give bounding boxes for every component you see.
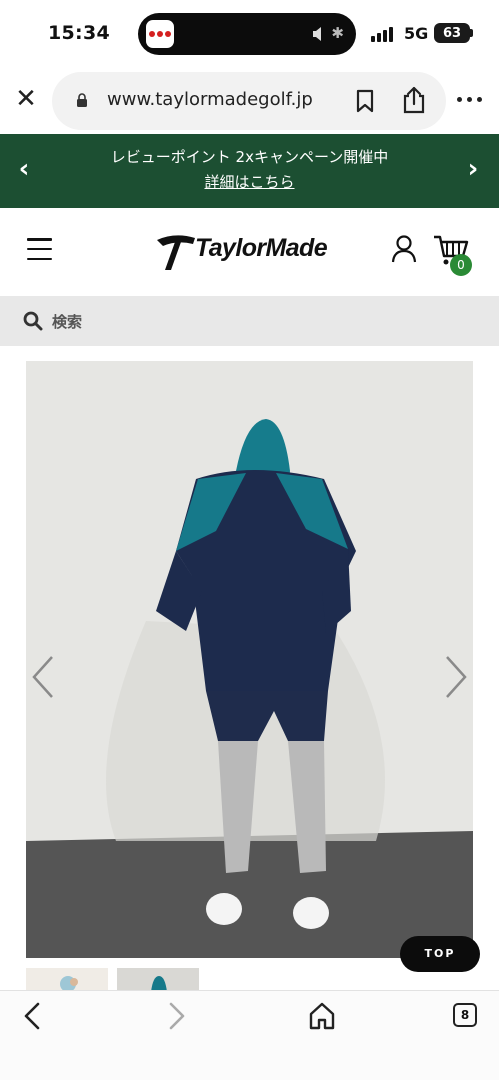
back-icon[interactable] <box>20 1001 46 1031</box>
gallery-thumbnail-1[interactable] <box>26 968 108 992</box>
campaign-banner: ‹ レビューポイント 2xキャンペーン開催中 詳細はこちら › <box>0 134 499 208</box>
thumbnail-1-illustration <box>60 976 78 992</box>
user-icon[interactable] <box>391 234 417 264</box>
browser-url-row: ✕ www.taylormadegolf.jp <box>0 66 499 134</box>
logo-mark-icon <box>157 235 195 270</box>
browser-toolbar: 8 <box>0 990 499 1080</box>
gallery-thumbnail-2[interactable] <box>117 968 199 992</box>
close-icon[interactable]: ✕ <box>12 84 40 114</box>
url-text: www.taylormadegolf.jp <box>107 89 313 110</box>
battery-icon: 63 <box>434 23 470 43</box>
banner-next-icon[interactable]: › <box>462 156 484 184</box>
share-icon[interactable] <box>401 86 427 114</box>
search-icon <box>23 311 43 331</box>
more-icon[interactable] <box>457 97 485 105</box>
taylormade-logo[interactable]: TaylorMade <box>155 228 345 272</box>
banner-details-link[interactable]: 詳細はこちら <box>0 171 499 192</box>
status-time: 15:34 <box>48 22 110 44</box>
bookmark-icon[interactable] <box>354 89 376 113</box>
lock-icon <box>77 93 87 107</box>
tabs-icon[interactable]: 8 <box>453 1003 477 1027</box>
address-bar[interactable]: www.taylormadegolf.jp <box>52 72 446 130</box>
banner-link-label[interactable]: 詳細はこちら <box>204 173 294 191</box>
product-photo-illustration <box>26 361 473 958</box>
home-icon[interactable] <box>308 1001 336 1031</box>
search-bar[interactable]: 検索 <box>0 296 499 346</box>
battery-tip <box>470 29 473 37</box>
gallery-prev-icon[interactable] <box>28 655 58 699</box>
dynamic-island: ✱ <box>138 13 356 55</box>
gallery-next-icon[interactable] <box>441 655 471 699</box>
thumbnail-2-illustration <box>151 976 167 992</box>
logo-text: TaylorMade <box>195 234 328 262</box>
menu-icon[interactable] <box>27 238 52 260</box>
site-header: TaylorMade 0 <box>0 208 499 296</box>
search-input[interactable]: 検索 <box>52 311 82 332</box>
app-icon <box>146 20 174 48</box>
status-bar: 15:34 ✱ 5G 63 <box>0 0 499 66</box>
mute-icon <box>313 27 321 41</box>
banner-text: レビューポイント 2xキャンペーン開催中 <box>110 148 389 166</box>
cart-count-badge: 0 <box>450 254 472 276</box>
network-type: 5G <box>404 24 429 43</box>
signal-icon <box>371 26 397 42</box>
bluetooth-icon: ✱ <box>331 24 344 42</box>
product-image[interactable] <box>26 361 473 958</box>
forward-icon[interactable] <box>163 1001 189 1031</box>
scroll-top-button[interactable]: TOP <box>400 936 480 972</box>
